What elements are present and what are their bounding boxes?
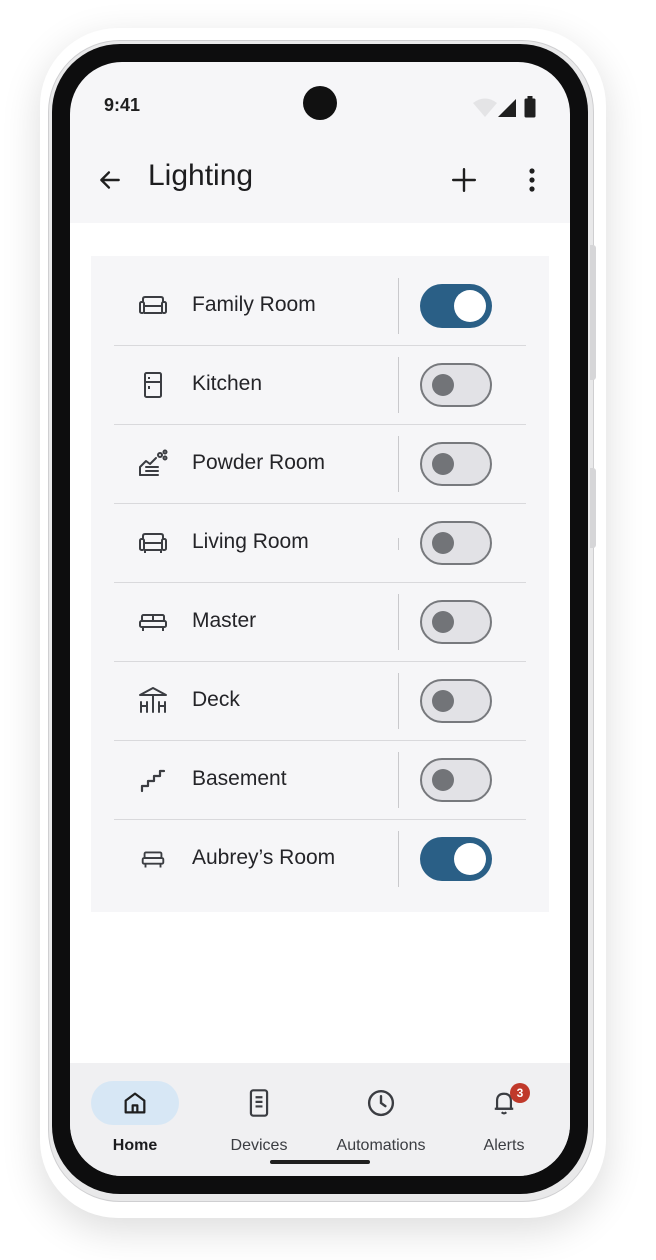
- nav-label: Alerts: [483, 1137, 525, 1154]
- nav-item-home[interactable]: Home: [91, 1081, 179, 1161]
- nav-label: Automations: [336, 1137, 426, 1154]
- toggle-knob: [454, 290, 486, 322]
- signal-icon: [498, 99, 516, 117]
- nav-label: Home: [112, 1137, 158, 1154]
- room-row-aubreys-room[interactable]: Aubrey’s Room: [114, 820, 526, 899]
- toggle-knob: [432, 374, 454, 396]
- row-divider-vertical: [398, 357, 399, 413]
- row-divider-vertical: [398, 673, 399, 729]
- nav-label: Devices: [230, 1137, 288, 1154]
- room-toggle[interactable]: [420, 837, 492, 881]
- toggle-knob: [432, 611, 454, 633]
- room-toggle[interactable]: [420, 758, 492, 802]
- toggle-knob: [432, 453, 454, 475]
- devices-icon: [249, 1089, 269, 1117]
- home-icon: [124, 1092, 146, 1114]
- toggle-knob: [432, 532, 454, 554]
- armchair-icon: [134, 524, 172, 562]
- deck-icon: [134, 682, 172, 720]
- room-toggle[interactable]: [420, 363, 492, 407]
- room-name: Deck: [192, 688, 240, 711]
- clock-icon: [367, 1089, 395, 1117]
- room-toggle[interactable]: [420, 521, 492, 565]
- room-name: Living Room: [192, 530, 309, 553]
- fridge-icon: [134, 366, 172, 404]
- room-toggle[interactable]: [420, 679, 492, 723]
- screen: 9:41 Lighting Family Room Kitchen Powder…: [70, 62, 570, 1176]
- add-button[interactable]: [444, 160, 484, 200]
- room-row-living-room[interactable]: Living Room: [114, 504, 526, 583]
- row-divider-vertical: [398, 752, 399, 808]
- room-row-powder-room[interactable]: Powder Room: [114, 425, 526, 504]
- room-row-family-room[interactable]: Family Room: [114, 267, 526, 346]
- row-divider-vertical: [398, 278, 399, 334]
- front-camera: [303, 86, 337, 120]
- room-name: Master: [192, 609, 257, 632]
- row-divider-vertical: [398, 436, 399, 492]
- row-divider-vertical: [398, 594, 399, 650]
- room-row-kitchen[interactable]: Kitchen: [114, 346, 526, 425]
- room-toggle[interactable]: [420, 284, 492, 328]
- power-button: [590, 468, 596, 548]
- room-row-master[interactable]: Master: [114, 583, 526, 662]
- back-button[interactable]: [90, 160, 130, 200]
- page-title: Lighting: [148, 159, 254, 192]
- home-indicator: [270, 1160, 370, 1164]
- row-divider-vertical: [398, 831, 399, 887]
- alerts-badge: 3: [510, 1083, 530, 1103]
- room-name: Basement: [192, 767, 287, 790]
- nav-item-devices[interactable]: Devices: [215, 1081, 303, 1161]
- wash-hands-icon: [134, 445, 172, 483]
- nav-pill: [337, 1081, 425, 1125]
- room-name: Powder Room: [192, 451, 326, 474]
- nav-pill: 3: [460, 1081, 548, 1125]
- nav-pill: [91, 1081, 179, 1125]
- status-bar: 9:41: [70, 62, 570, 146]
- plus-icon: [451, 167, 477, 193]
- status-icons: [472, 96, 542, 120]
- room-name: Aubrey’s Room: [192, 846, 336, 869]
- more-vertical-icon: [529, 168, 535, 192]
- status-time: 9:41: [104, 95, 141, 115]
- row-divider-vertical: [398, 538, 399, 550]
- nav-item-automations[interactable]: Automations: [335, 1081, 427, 1161]
- content-area: Family Room Kitchen Powder Room Living R…: [70, 223, 570, 1063]
- wifi-icon: [473, 98, 497, 117]
- room-name: Kitchen: [192, 372, 263, 395]
- bed-icon: [134, 603, 172, 641]
- room-row-deck[interactable]: Deck: [114, 662, 526, 741]
- room-toggle[interactable]: [420, 600, 492, 644]
- room-row-basement[interactable]: Basement: [114, 741, 526, 820]
- room-toggle[interactable]: [420, 442, 492, 486]
- toggle-knob: [454, 843, 486, 875]
- stairs-icon: [134, 761, 172, 799]
- armchair-icon: [134, 287, 172, 325]
- arrow-left-icon: [100, 171, 120, 189]
- nav-item-alerts[interactable]: 3 Alerts: [460, 1081, 548, 1161]
- bed-icon: [134, 840, 172, 878]
- nav-pill: [215, 1081, 303, 1125]
- app-bar: Lighting: [70, 146, 570, 224]
- more-options-button[interactable]: [512, 160, 552, 200]
- room-list: Family Room Kitchen Powder Room Living R…: [91, 256, 549, 912]
- toggle-knob: [432, 690, 454, 712]
- room-name: Family Room: [192, 293, 316, 316]
- toggle-knob: [432, 769, 454, 791]
- bottom-nav: Home Devices Automations 3 Alerts: [70, 1063, 570, 1176]
- battery-icon: [524, 96, 536, 118]
- volume-button: [590, 245, 596, 380]
